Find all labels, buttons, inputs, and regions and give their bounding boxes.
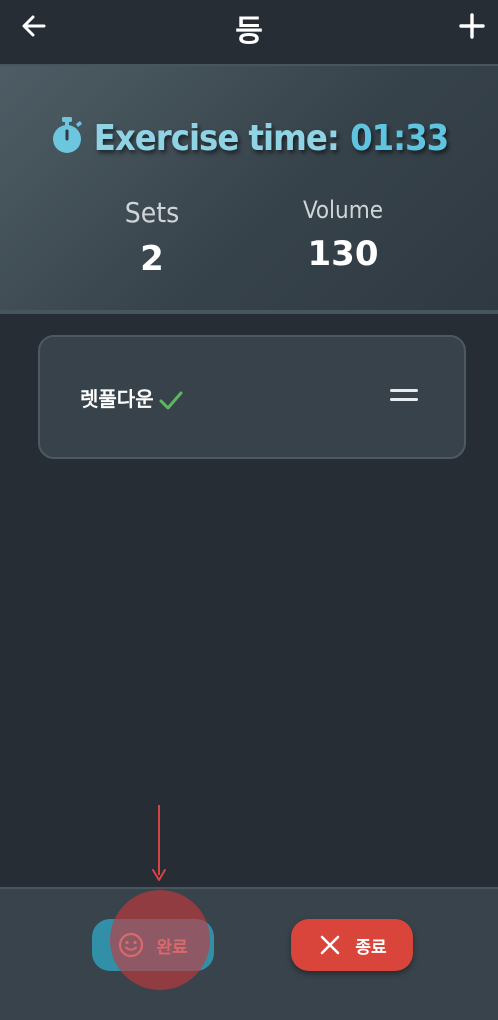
exercise-timer: Exercise time: 01:33 xyxy=(0,116,498,159)
tap-indicator xyxy=(110,890,210,990)
sets-value: 2 xyxy=(140,239,164,279)
exercise-card[interactable]: 렛풀다운 xyxy=(38,335,466,459)
plus-icon[interactable] xyxy=(456,10,488,42)
quit-label: 종료 xyxy=(355,937,387,958)
drag-handle-icon[interactable] xyxy=(390,389,418,405)
arrow-down-icon xyxy=(152,869,166,881)
stopwatch-icon xyxy=(52,117,82,153)
tap-pointer-arrow xyxy=(158,805,160,875)
timer-value: 01:33 xyxy=(350,118,449,159)
volume-stat: Volume 130 xyxy=(263,196,423,274)
exercise-name: 렛풀다운 xyxy=(80,387,154,411)
check-icon xyxy=(159,391,183,410)
timer-label: Exercise time: xyxy=(93,118,340,159)
quit-button[interactable]: 종료 xyxy=(291,919,413,971)
volume-value: 130 xyxy=(307,234,379,274)
top-app-bar: 등 xyxy=(0,0,498,66)
sets-stat: Sets 2 xyxy=(72,196,232,279)
sets-label: Sets xyxy=(124,196,180,229)
volume-label: Volume xyxy=(302,196,384,224)
close-icon xyxy=(321,935,340,955)
exercise-name-row: 렛풀다운 xyxy=(80,383,184,412)
page-title: 등 xyxy=(235,14,263,49)
bottom-action-bar: 완료 종료 xyxy=(0,887,498,1020)
workout-stats-panel: Exercise time: 01:33 Sets 2 Volume 130 xyxy=(0,66,498,314)
